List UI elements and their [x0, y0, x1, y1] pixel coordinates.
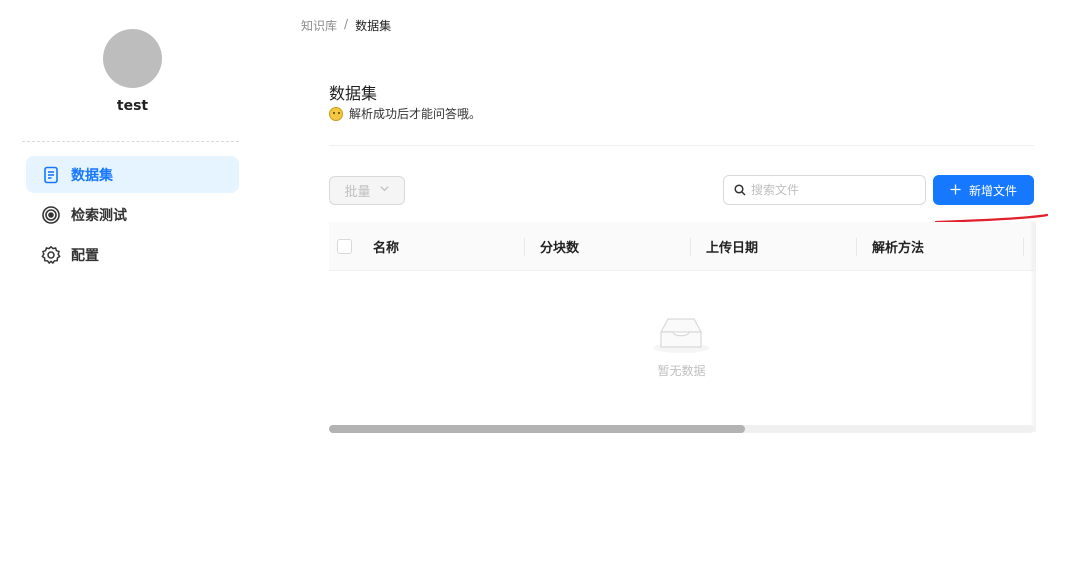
smiley-icon [329, 106, 343, 121]
column-header-chunks[interactable]: 分块数 [540, 222, 579, 271]
empty-state-text: 暂无数据 [657, 364, 706, 378]
gear-icon [41, 245, 61, 265]
breadcrumb: 知识库 / 数据集 [301, 17, 391, 34]
header-divider [329, 145, 1034, 146]
breadcrumb-current: 数据集 [355, 19, 392, 33]
column-header-parse-method[interactable]: 解析方法 [872, 222, 924, 271]
plus-icon [950, 182, 961, 198]
column-separator [856, 238, 857, 256]
sidebar-item-label: 检索测试 [71, 207, 127, 224]
target-icon [41, 205, 61, 225]
sidebar-item-retrieval-test[interactable]: 检索测试 [26, 196, 239, 233]
username: test [116, 98, 149, 114]
column-separator [1023, 238, 1024, 256]
sidebar-item-config[interactable]: 配置 [26, 236, 239, 273]
table-scroll-shadow [1030, 222, 1036, 432]
batch-label: 批量 [344, 185, 371, 200]
column-separator [690, 238, 691, 256]
column-separator [524, 238, 525, 256]
search-input[interactable] [751, 183, 921, 197]
page: test 数据集 检索测试 配置 知识库 / 数据集 数据集 解析成功后才能问答… [0, 0, 1080, 585]
scrollbar-thumb[interactable] [329, 425, 745, 433]
avatar[interactable] [103, 29, 162, 88]
breadcrumb-parent[interactable]: 知识库 [301, 17, 337, 34]
page-title: 数据集 [329, 84, 378, 103]
empty-inbox-icon [653, 318, 709, 353]
document-icon [41, 165, 61, 185]
page-subtitle: 解析成功后才能问答哦。 [329, 105, 481, 122]
chevron-down-icon [379, 183, 390, 198]
search-icon [734, 181, 746, 200]
batch-dropdown[interactable]: 批量 [329, 176, 405, 205]
subtitle-text: 解析成功后才能问答哦。 [349, 107, 482, 121]
add-file-label: 新增文件 [968, 183, 1017, 198]
search-box[interactable] [723, 175, 926, 205]
table-header: 名称 分块数 上传日期 解析方法 [329, 222, 1034, 271]
sidebar-item-dataset[interactable]: 数据集 [26, 156, 239, 193]
sidebar-divider [22, 141, 239, 142]
breadcrumb-separator: / [344, 17, 349, 31]
column-header-name[interactable]: 名称 [373, 222, 399, 271]
column-header-upload-date[interactable]: 上传日期 [706, 222, 758, 271]
sidebar: test 数据集 检索测试 配置 [0, 0, 265, 585]
select-all-checkbox[interactable] [337, 239, 352, 254]
sidebar-item-label: 配置 [71, 247, 99, 264]
add-file-button[interactable]: 新增文件 [933, 175, 1034, 205]
sidebar-item-label: 数据集 [71, 167, 113, 184]
